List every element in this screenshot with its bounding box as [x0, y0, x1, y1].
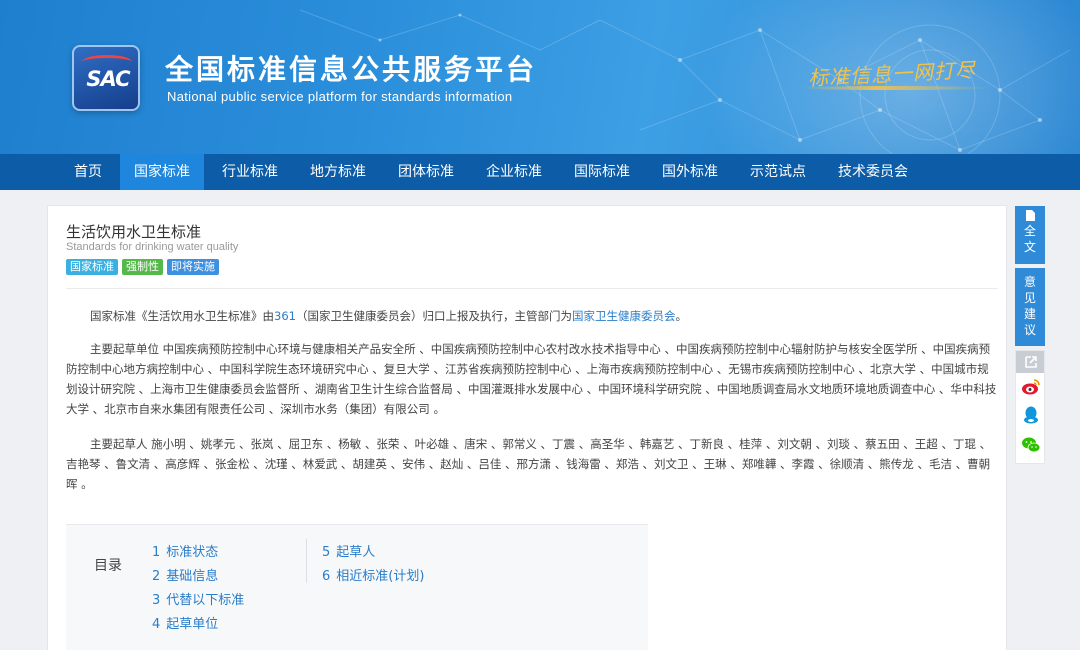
status-badge: 国家标准 — [66, 259, 118, 275]
intro-text: 国家标准《生活饮用水卫生标准》由 — [90, 309, 274, 323]
share-icon — [1025, 356, 1037, 368]
intro-text: 。 — [675, 309, 687, 323]
toc-item[interactable]: 6 相近标准(计划) — [322, 565, 424, 589]
toc-item-number: 4 — [152, 617, 161, 632]
intro-text: （国家卫生健康委员会）归口上报及执行，主管部门为 — [295, 309, 572, 323]
nav-item-3[interactable]: 地方标准 — [296, 154, 380, 190]
qq-icon[interactable] — [1021, 405, 1041, 425]
toc-item[interactable]: 1 标准状态 — [152, 541, 244, 565]
drafting-units: 主要起草单位 中国疾病预防控制中心环境与健康相关产品安全所 、中国疾病预防控制中… — [66, 342, 997, 416]
share-button[interactable] — [1016, 351, 1044, 373]
toc-column-1: 1 标准状态 2 基础信息 3 代替以下标准 4 起草单位 — [152, 541, 244, 637]
toc-item[interactable]: 5 起草人 — [322, 541, 424, 565]
committee-code-link[interactable]: 361 — [274, 309, 296, 323]
header-banner: SAC 全国标准信息公共服务平台 National public service… — [0, 0, 1080, 154]
full-text-button[interactable]: 全 文 — [1015, 206, 1045, 264]
toc-item-label: 相近标准(计划) — [336, 569, 425, 584]
toc-item-label: 基础信息 — [166, 569, 219, 584]
full-text-label: 全 文 — [1023, 224, 1036, 254]
toc-item[interactable]: 4 起草单位 — [152, 613, 244, 637]
toc-item-number: 3 — [152, 593, 161, 608]
nav-item-2[interactable]: 行业标准 — [208, 154, 292, 190]
nav-item-1[interactable]: 国家标准 — [120, 154, 204, 190]
nav-item-4[interactable]: 团体标准 — [384, 154, 468, 190]
feedback-label: 意 见 建 议 — [1023, 275, 1036, 337]
toc-separator — [306, 539, 307, 583]
nav-item-6[interactable]: 国际标准 — [560, 154, 644, 190]
intro-paragraph: 国家标准《生活饮用水卫生标准》由361（国家卫生健康委员会）归口上报及执行，主管… — [66, 306, 998, 326]
document-icon — [1025, 210, 1035, 221]
site-title: 全国标准信息公共服务平台 — [165, 53, 538, 86]
drafters: 主要起草人 施小明 、姚孝元 、张岚 、屈卫东 、杨敏 、张荣 、叶必雄 、唐宋… — [66, 437, 992, 491]
nav-item-5[interactable]: 企业标准 — [472, 154, 556, 190]
toc-item-label: 起草人 — [336, 545, 376, 560]
weibo-icon[interactable] — [1021, 377, 1041, 397]
main-nav: 首页 国家标准 行业标准 地方标准 团体标准 企业标准 国际标准 国外标准 示范试点 技术委员会 — [0, 154, 1080, 190]
department-link[interactable]: 国家卫生健康委员会 — [572, 309, 676, 323]
feedback-button[interactable]: 意 见 建 议 — [1015, 268, 1045, 346]
divider — [66, 288, 998, 289]
sac-logo[interactable]: SAC — [72, 45, 140, 111]
standard-card: 生活饮用水卫生标准 Standards for drinking water q… — [47, 205, 1007, 650]
toc-column-2: 5 起草人 6 相近标准(计划) — [322, 541, 424, 589]
toc-item-label: 标准状态 — [166, 545, 219, 560]
standard-title-en: Standards for drinking water quality — [66, 241, 239, 253]
nav-item-7[interactable]: 国外标准 — [648, 154, 732, 190]
toc-item-label: 代替以下标准 — [166, 593, 245, 608]
table-of-contents: 目录 1 标准状态 2 基础信息 3 代替以下标准 4 起草单位 5 起草人 6 相近标准(计划) — [66, 524, 648, 650]
share-panel — [1015, 350, 1045, 464]
logo-text: SAC — [86, 67, 130, 91]
toc-label: 目录 — [94, 558, 122, 574]
toc-item-number: 5 — [322, 545, 331, 560]
status-badge: 强制性 — [122, 259, 163, 275]
toc-item-number: 6 — [322, 569, 331, 584]
status-badge: 即将实施 — [167, 259, 219, 275]
nav-item-8[interactable]: 示范试点 — [736, 154, 820, 190]
nav-item-0[interactable]: 首页 — [60, 154, 116, 190]
toc-item[interactable]: 2 基础信息 — [152, 565, 244, 589]
side-toolbar: 全 文 意 见 建 议 — [1015, 206, 1045, 464]
toc-item-label: 起草单位 — [166, 617, 219, 632]
nav-item-9[interactable]: 技术委员会 — [824, 154, 922, 190]
badge-group: 国家标准 强制性 即将实施 — [66, 259, 219, 275]
toc-item-number: 1 — [152, 545, 161, 560]
wechat-icon[interactable] — [1021, 435, 1041, 455]
site-subtitle: National public service platform for sta… — [167, 89, 513, 104]
slogan-underline — [800, 86, 990, 90]
standard-title: 生活饮用水卫生标准 — [66, 223, 202, 241]
toc-item-number: 2 — [152, 569, 161, 584]
toc-item[interactable]: 3 代替以下标准 — [152, 589, 244, 613]
